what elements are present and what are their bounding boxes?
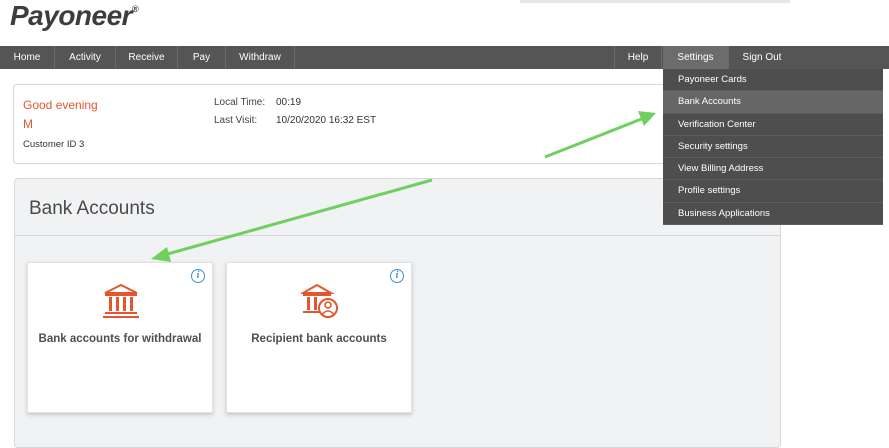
logo-text: Payoneer	[10, 0, 133, 31]
card-label: Bank accounts for withdrawal	[38, 333, 202, 345]
nav-home[interactable]: Home	[0, 46, 55, 69]
settings-dropdown-menu: Payoneer Cards Bank Accounts Verificatio…	[663, 69, 883, 226]
nav-help[interactable]: Help	[614, 46, 662, 69]
nav-pay[interactable]: Pay	[178, 46, 226, 69]
menu-item-view-billing-address[interactable]: View Billing Address	[663, 158, 883, 181]
redacted-name	[36, 115, 126, 133]
bank-person-icon	[301, 283, 338, 318]
card-recipient-bank-accounts[interactable]: i Recipient bank accounts	[226, 262, 412, 413]
menu-item-business-applications[interactable]: Business Applications	[663, 203, 883, 226]
card-label: Recipient bank accounts	[251, 333, 387, 345]
nav-settings[interactable]: Settings	[663, 46, 729, 69]
card-bank-accounts-withdrawal[interactable]: i Bank accounts for withdrawal	[27, 262, 213, 413]
menu-item-security-settings[interactable]: Security settings	[663, 136, 883, 159]
menu-item-profile-settings[interactable]: Profile settings	[663, 180, 883, 203]
payoneer-logo[interactable]: Payoneer®	[10, 0, 139, 42]
menu-item-payoneer-cards[interactable]: Payoneer Cards	[663, 69, 883, 92]
nav-receive[interactable]: Receive	[116, 46, 178, 69]
menu-item-verification-center[interactable]: Verification Center	[663, 114, 883, 136]
redacted-customer-id	[84, 135, 140, 153]
main-nav-bar: Home Activity Receive Pay Withdraw Help …	[0, 46, 889, 69]
info-icon[interactable]: i	[191, 269, 205, 283]
customer-id-label: Customer ID	[23, 139, 77, 150]
info-icon[interactable]: i	[390, 269, 404, 283]
menu-item-bank-accounts[interactable]: Bank Accounts	[663, 91, 883, 114]
header-search-area	[520, 0, 790, 3]
page-title: Bank Accounts	[29, 198, 155, 219]
registered-mark: ®	[132, 4, 139, 14]
customer-id-row: Customer ID 3	[23, 139, 84, 150]
account-summary-panel: Good evening M Customer ID 3 Local Time:…	[13, 84, 693, 164]
nav-sign-out[interactable]: Sign Out	[729, 46, 795, 69]
bank-icon	[103, 283, 139, 318]
last-visit-label: Last Visit:	[214, 115, 258, 126]
user-name: M	[23, 117, 33, 131]
last-visit-value: 10/20/2020 16:32 EST	[276, 115, 377, 126]
greeting-text: Good evening	[23, 98, 98, 112]
panel-divider	[15, 235, 780, 236]
nav-withdraw[interactable]: Withdraw	[226, 46, 295, 69]
nav-activity[interactable]: Activity	[55, 46, 116, 69]
local-time-label: Local Time:	[214, 97, 266, 108]
local-time-value: 00:19	[276, 97, 302, 108]
